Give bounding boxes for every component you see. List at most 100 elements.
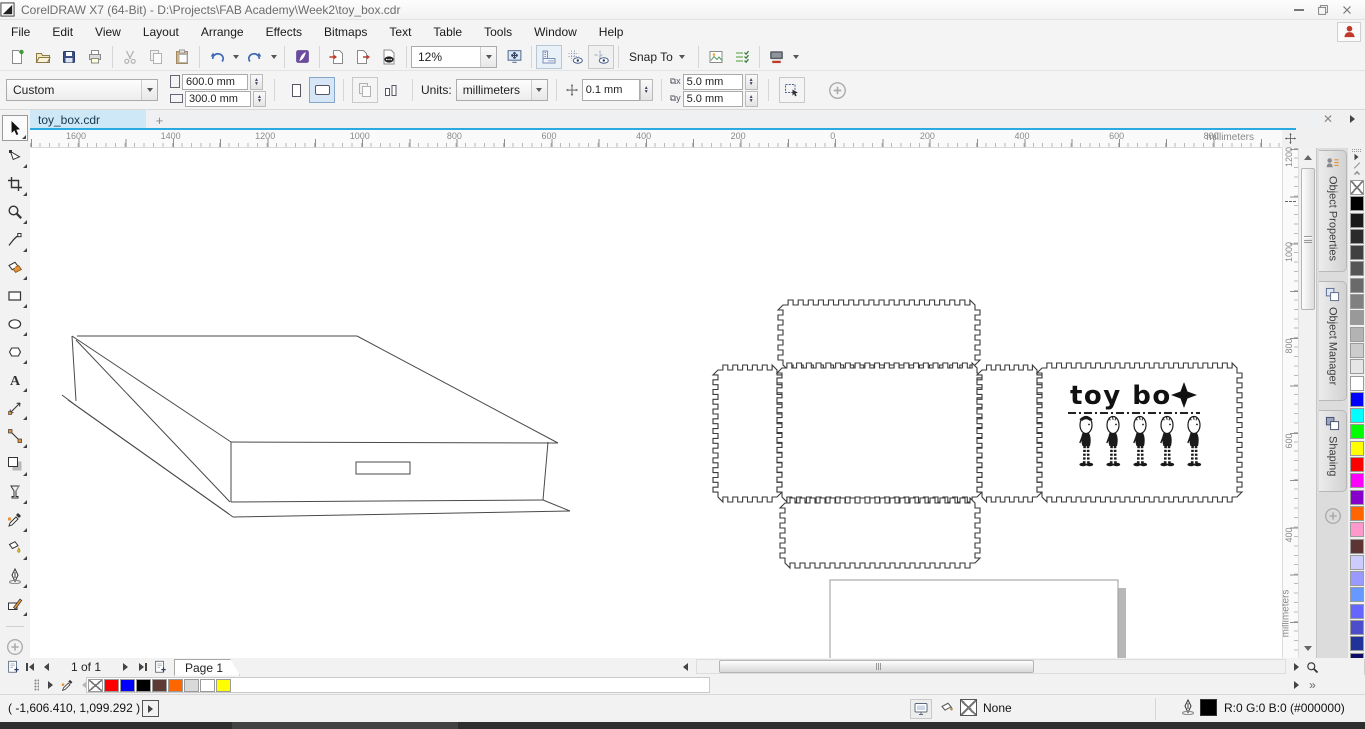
copy-button[interactable] <box>143 45 169 69</box>
horizontal-scroll-thumb[interactable] <box>719 660 1034 673</box>
palette-flyout-icon[interactable] <box>1348 152 1365 161</box>
horizontal-ruler[interactable]: millimeters 1600 1400 1200 1000 800 600 400 200… <box>30 130 1282 148</box>
palette-color-swatch[interactable] <box>1349 196 1364 212</box>
import-button[interactable] <box>324 45 350 69</box>
document-palette-swatch[interactable] <box>152 678 167 692</box>
landscape-button[interactable] <box>309 77 335 103</box>
document-palette-swatch[interactable] <box>88 678 103 692</box>
menu-window[interactable]: Window <box>523 20 588 43</box>
show-rulers-button[interactable] <box>536 44 562 69</box>
quick-customize-button[interactable] <box>1323 506 1343 526</box>
print-button[interactable] <box>82 45 108 69</box>
palette-color-swatch[interactable] <box>1349 489 1364 505</box>
units-dropdown-icon[interactable] <box>530 80 547 100</box>
launcher-dropdown[interactable] <box>792 54 799 59</box>
search-content-button[interactable] <box>289 45 315 69</box>
full-screen-preview-button[interactable] <box>501 45 527 69</box>
restore-button[interactable] <box>1311 2 1335 18</box>
palette-color-swatch[interactable] <box>1349 391 1364 407</box>
palette-eyedropper-icon[interactable] <box>1348 161 1365 169</box>
palette-color-swatch[interactable] <box>1349 473 1364 489</box>
document-palette-swatch[interactable] <box>200 678 215 692</box>
duplicate-y-field[interactable]: 5.0 mm <box>682 90 743 107</box>
straight-line-connector-tool[interactable] <box>2 423 28 449</box>
horizontal-scrollbar[interactable] <box>696 659 1286 674</box>
add-page-button-2[interactable] <box>151 659 168 675</box>
vertical-ruler[interactable]: millimeters 1200 1000 800 600 400 <box>1281 147 1298 658</box>
menu-effects[interactable]: Effects <box>255 20 313 43</box>
palette-color-swatch[interactable] <box>1349 359 1364 375</box>
menu-help[interactable]: Help <box>588 20 635 43</box>
pick-tool[interactable] <box>2 115 28 141</box>
close-button[interactable] <box>1335 2 1359 18</box>
last-page-button[interactable] <box>134 659 151 675</box>
drawing-page[interactable]: toy bo <box>30 148 1282 729</box>
minimize-button[interactable] <box>1287 2 1311 18</box>
page-preset-combo[interactable]: Custom <box>6 79 158 101</box>
duplicate-x-spinner[interactable]: ▲ ▼ <box>744 73 758 90</box>
document-tab[interactable]: toy_box.cdr <box>30 110 146 130</box>
ellipse-tool[interactable] <box>2 311 28 337</box>
status-flyout-button[interactable] <box>142 700 159 717</box>
text-tool[interactable] <box>2 367 28 393</box>
crop-tool[interactable] <box>2 171 28 197</box>
document-palette-swatch[interactable] <box>168 678 183 692</box>
parallel-dimension-tool[interactable] <box>2 395 28 421</box>
doc-palette-scroll-right-icon[interactable] <box>1288 677 1305 693</box>
drop-shadow-tool[interactable] <box>2 451 28 477</box>
h-scroll-left-button[interactable] <box>677 659 694 675</box>
snap-to-dropdown[interactable]: Snap To <box>623 45 694 69</box>
new-button[interactable] <box>4 45 30 69</box>
palette-color-swatch[interactable] <box>1349 603 1364 619</box>
publish-pdf-button[interactable] <box>376 45 402 69</box>
cut-button[interactable] <box>117 45 143 69</box>
palette-color-swatch[interactable] <box>1349 538 1364 554</box>
add-page-button[interactable] <box>4 659 21 675</box>
duplicate-x-field[interactable]: 5.0 mm <box>682 73 743 90</box>
shape-tool[interactable] <box>2 143 28 169</box>
document-palette-swatch[interactable] <box>184 678 199 692</box>
fill-tool[interactable] <box>2 535 28 561</box>
vertical-scrollbar[interactable] <box>1298 148 1316 658</box>
color-eyedropper-tool[interactable] <box>2 507 28 533</box>
previous-page-button[interactable] <box>38 659 55 675</box>
document-palette-swatch[interactable] <box>104 678 119 692</box>
save-button[interactable] <box>56 45 82 69</box>
page-height-field[interactable]: 300.0 mm <box>185 90 251 107</box>
palette-color-swatch[interactable] <box>1349 571 1364 587</box>
rectangle-tool[interactable] <box>2 283 28 309</box>
first-page-button[interactable] <box>21 659 38 675</box>
menu-edit[interactable]: Edit <box>41 20 84 43</box>
color-proof-icon[interactable] <box>910 699 932 719</box>
palette-scroll-up-icon[interactable] <box>1348 169 1365 178</box>
menu-table[interactable]: Table <box>422 20 473 43</box>
paste-button[interactable] <box>169 45 195 69</box>
add-plugin-button[interactable] <box>825 78 851 102</box>
palette-color-swatch[interactable] <box>1349 408 1364 424</box>
palette-color-swatch[interactable] <box>1349 277 1364 293</box>
palette-color-swatch[interactable] <box>1349 245 1364 261</box>
menu-file[interactable]: File <box>0 20 41 43</box>
doc-palette-expand-icon[interactable]: » <box>1304 677 1321 693</box>
open-button[interactable] <box>30 45 56 69</box>
preset-dropdown-icon[interactable] <box>141 80 157 100</box>
close-document-button[interactable]: ✕ <box>1320 111 1336 127</box>
vertical-scroll-thumb[interactable] <box>1301 168 1315 310</box>
palette-color-swatch[interactable] <box>1349 554 1364 570</box>
page-width-field[interactable]: 600.0 mm <box>182 73 248 90</box>
palette-color-swatch[interactable] <box>1349 228 1364 244</box>
customize-toolbox-button[interactable] <box>2 634 28 660</box>
docker-tab-object-manager[interactable]: Object Manager <box>1319 281 1347 401</box>
palette-color-swatch[interactable] <box>1349 424 1364 440</box>
all-pages-button[interactable] <box>352 77 378 103</box>
palette-color-swatch[interactable] <box>1349 636 1364 652</box>
menu-text[interactable]: Text <box>378 20 422 43</box>
palette-color-swatch[interactable] <box>1349 310 1364 326</box>
zoom-tool[interactable] <box>2 199 28 225</box>
zoom-dropdown-icon[interactable] <box>480 46 496 67</box>
page-height-spinner[interactable]: ▲ ▼ <box>253 90 266 107</box>
page-tab[interactable]: Page 1 <box>174 659 240 676</box>
smart-fill-tool[interactable] <box>2 255 28 281</box>
menu-layout[interactable]: Layout <box>132 20 190 43</box>
page-width-spinner[interactable]: ▲ ▼ <box>250 73 263 90</box>
